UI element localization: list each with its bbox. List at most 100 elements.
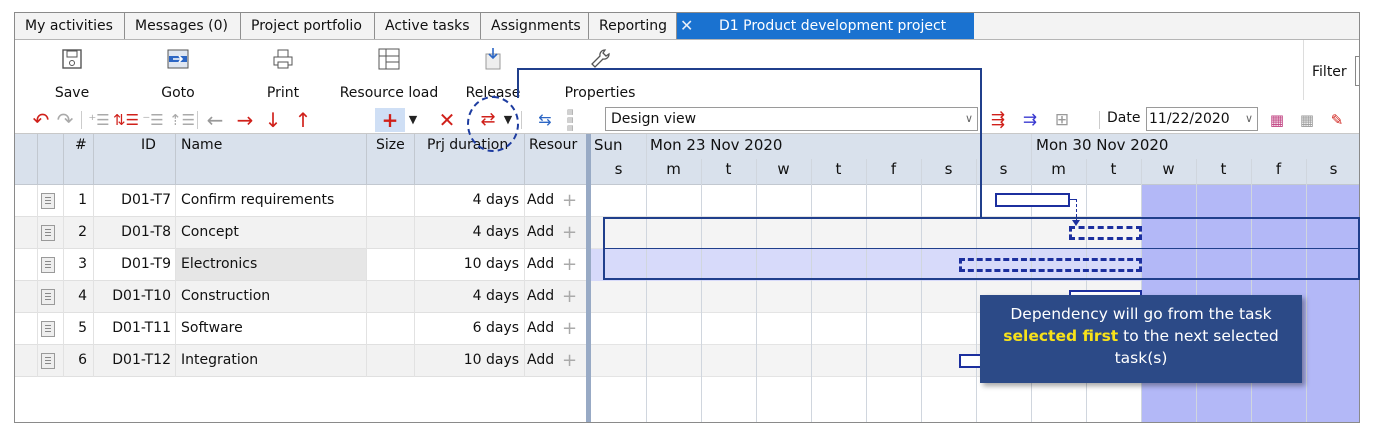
tab-active-tasks[interactable]: Active tasks bbox=[375, 13, 481, 39]
add-resource-link[interactable]: Add bbox=[527, 249, 557, 280]
day-gridline bbox=[701, 159, 702, 422]
calendar-alt-icon[interactable]: ▦ bbox=[1295, 108, 1319, 132]
redo-icon[interactable]: ↷ bbox=[53, 108, 77, 132]
row-size[interactable] bbox=[367, 249, 413, 280]
wrench-icon bbox=[591, 49, 610, 68]
annotation-pointer bbox=[517, 68, 982, 98]
print-button[interactable]: Print bbox=[255, 44, 311, 106]
timeline-day: s bbox=[1329, 160, 1338, 178]
plus-icon[interactable]: + bbox=[562, 313, 576, 344]
pencil-icon[interactable]: ✎ bbox=[1325, 108, 1349, 132]
undo-icon[interactable]: ↶ bbox=[29, 108, 53, 132]
table-row[interactable]: 5 D01-T11 Software 6 days Add + bbox=[15, 313, 587, 345]
tab-project[interactable]: ✕ D1 Product development project bbox=[677, 13, 974, 39]
table-row[interactable]: 2 D01-T8 Concept 4 days Add + bbox=[15, 217, 587, 249]
row-number: 3 bbox=[78, 256, 87, 272]
row-duration[interactable]: 10 days bbox=[415, 345, 519, 376]
arrow-up-icon[interactable]: ↑ bbox=[291, 108, 315, 132]
arrow-right-icon[interactable]: → bbox=[233, 108, 257, 132]
delete-icon[interactable]: ✕ bbox=[435, 108, 459, 132]
calendar-icon[interactable]: ▦ bbox=[1265, 108, 1289, 132]
timeline-day: t bbox=[725, 160, 732, 178]
print-label: Print bbox=[266, 85, 300, 101]
add-resource-link[interactable]: Add bbox=[527, 313, 557, 344]
plus-icon[interactable]: + bbox=[562, 281, 576, 312]
column-divider bbox=[175, 185, 176, 377]
row-name[interactable]: Construction bbox=[181, 281, 365, 312]
link-icon[interactable]: ⇶ bbox=[985, 108, 1011, 132]
day-gridline bbox=[921, 159, 922, 422]
plus-icon[interactable]: + bbox=[562, 217, 576, 248]
chevron-down-icon[interactable]: ▼ bbox=[405, 108, 421, 132]
row-duration[interactable]: 4 days bbox=[415, 217, 519, 248]
date-picker[interactable]: 11/22/2020 ∨ bbox=[1146, 107, 1258, 131]
task-grid: # ID Name Size Prj duration Resour 1 D01… bbox=[15, 134, 587, 422]
filter-input[interactable] bbox=[1355, 56, 1359, 86]
indent-icon[interactable]: ⁺☰ bbox=[87, 108, 111, 132]
group-icon[interactable]: ⊞ bbox=[1049, 108, 1075, 132]
day-gridline bbox=[1251, 159, 1252, 422]
collapse-icon[interactable]: ⁻☰ bbox=[141, 108, 165, 132]
view-select[interactable]: Design view ∨ bbox=[605, 107, 978, 131]
callout-highlight: selected first bbox=[1003, 327, 1119, 345]
row-id: D01-T12 bbox=[112, 352, 171, 368]
row-size[interactable] bbox=[367, 313, 413, 344]
timeline-day: m bbox=[1051, 160, 1066, 178]
timeline-day: m bbox=[666, 160, 681, 178]
add-resource-link[interactable]: Add bbox=[527, 345, 557, 376]
row-name[interactable]: Integration bbox=[181, 345, 365, 376]
view-select-value: Design view bbox=[611, 111, 697, 127]
plus-icon[interactable]: + bbox=[562, 249, 576, 280]
column-header-name[interactable]: Name bbox=[181, 137, 222, 153]
tab-project-portfolio[interactable]: Project portfolio bbox=[241, 13, 375, 39]
row-size[interactable] bbox=[367, 217, 413, 248]
close-icon[interactable]: ✕ bbox=[680, 13, 693, 39]
row-name[interactable]: Software bbox=[181, 313, 365, 344]
column-header-resource[interactable]: Resour bbox=[529, 137, 585, 153]
row-duration[interactable]: 6 days bbox=[415, 313, 519, 344]
row-size[interactable] bbox=[367, 281, 413, 312]
column-header-size[interactable]: Size bbox=[376, 137, 405, 153]
goto-button[interactable]: Goto bbox=[148, 44, 208, 106]
table-row[interactable]: 6 D01-T12 Integration 10 days Add + bbox=[15, 345, 587, 377]
row-duration[interactable]: 10 days bbox=[415, 249, 519, 280]
add-resource-link[interactable]: Add bbox=[527, 217, 557, 248]
row-duration[interactable]: 4 days bbox=[415, 185, 519, 216]
swap-icon[interactable]: ⇆ bbox=[533, 108, 557, 132]
save-button[interactable]: Save bbox=[45, 44, 99, 106]
table-row[interactable]: 4 D01-T10 Construction 4 days Add + bbox=[15, 281, 587, 313]
arrow-down-icon[interactable]: ↓ bbox=[261, 108, 285, 132]
table-row[interactable]: 3 D01-T9 Electronics 10 days Add + bbox=[15, 249, 587, 281]
row-name[interactable]: Electronics bbox=[176, 249, 366, 280]
tab-messages[interactable]: Messages (0) bbox=[125, 13, 241, 39]
timeline-day: s bbox=[614, 160, 623, 178]
resource-load-button[interactable]: Resource load bbox=[337, 44, 441, 106]
row-duration[interactable]: 4 days bbox=[415, 281, 519, 312]
tab-assignments[interactable]: Assignments bbox=[481, 13, 589, 39]
column-header-id[interactable]: ID bbox=[141, 137, 156, 153]
column-header-num[interactable]: # bbox=[75, 137, 87, 153]
day-gridline bbox=[866, 159, 867, 422]
tab-reporting[interactable]: Reporting bbox=[589, 13, 677, 39]
table-row[interactable]: 1 D01-T7 Confirm requirements 4 days Add… bbox=[15, 185, 587, 217]
timeline-day: t bbox=[1220, 160, 1227, 178]
add-task-icon[interactable]: + bbox=[375, 108, 405, 132]
move-up-list-icon[interactable]: ⇡☰ bbox=[169, 108, 195, 132]
timeline-day: s bbox=[944, 160, 953, 178]
task-bar[interactable] bbox=[995, 193, 1070, 207]
row-name[interactable]: Concept bbox=[181, 217, 365, 248]
plus-icon[interactable]: + bbox=[562, 345, 576, 376]
add-resource-link[interactable]: Add bbox=[527, 281, 557, 312]
timeline-week: Mon 23 Nov 2020 bbox=[650, 136, 783, 154]
tab-my-activities[interactable]: My activities bbox=[15, 13, 125, 39]
align-icon[interactable]: ⇉ bbox=[1017, 108, 1043, 132]
add-resource-link[interactable]: Add bbox=[527, 185, 557, 216]
row-size[interactable] bbox=[367, 185, 413, 216]
row-size[interactable] bbox=[367, 345, 413, 376]
plus-icon[interactable]: + bbox=[562, 185, 576, 216]
outdent-icon[interactable]: ⇅☰ bbox=[113, 108, 139, 132]
arrow-left-icon[interactable]: ← bbox=[203, 108, 227, 132]
row-name[interactable]: Confirm requirements bbox=[181, 185, 365, 216]
toolbar-separator bbox=[197, 111, 198, 129]
design-level-icon[interactable]: ▤ ▤ ▤ bbox=[567, 108, 597, 132]
